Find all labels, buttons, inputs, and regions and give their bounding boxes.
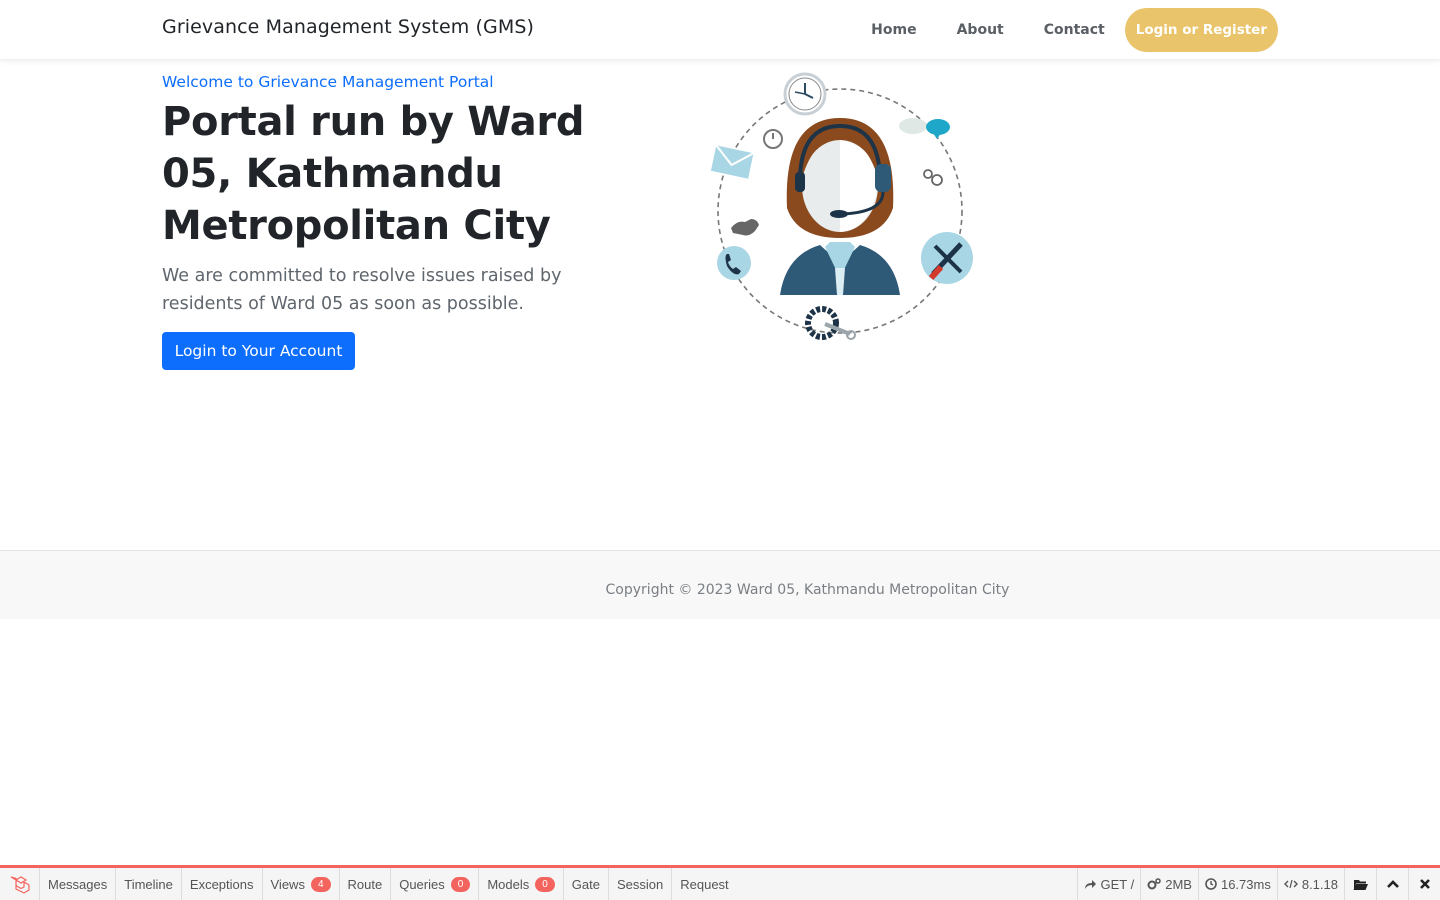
support-agent-illustration bbox=[710, 72, 973, 340]
welcome-text: Welcome to Grievance Management Portal bbox=[162, 73, 494, 91]
cogs-icon bbox=[1147, 878, 1161, 890]
debug-tab-label: Route bbox=[347, 876, 383, 892]
brand-title[interactable]: Grievance Management System (GMS) bbox=[162, 16, 534, 38]
copyright-text: Copyright © 2023 Ward 05, Kathmandu Metr… bbox=[605, 582, 1010, 598]
debug-tab-views[interactable]: Views 4 bbox=[263, 868, 340, 900]
debug-tab-label: Queries bbox=[399, 876, 445, 892]
debug-info-group: GET / 2MB 16.73ms 8.1.18 bbox=[1076, 868, 1440, 900]
login-account-button[interactable]: Login to Your Account bbox=[162, 332, 355, 370]
chevron-up-icon[interactable] bbox=[1376, 868, 1408, 900]
chat-bubbles-icon bbox=[899, 118, 950, 139]
footer: Copyright © 2023 Ward 05, Kathmandu Metr… bbox=[0, 550, 1440, 619]
code-icon bbox=[1283, 879, 1298, 889]
laravel-logo-icon[interactable] bbox=[0, 868, 40, 900]
agent-figure bbox=[780, 118, 900, 295]
memory-text: 2MB bbox=[1165, 876, 1192, 892]
debug-tab-route[interactable]: Route bbox=[340, 868, 392, 900]
debug-tab-models[interactable]: Models 0 bbox=[479, 868, 564, 900]
nav-contact-link[interactable]: Contact bbox=[1044, 22, 1105, 38]
php-version-info[interactable]: 8.1.18 bbox=[1276, 868, 1344, 900]
lead-text: We are committed to resolve issues raise… bbox=[162, 266, 562, 314]
debug-tab-label: Timeline bbox=[124, 876, 173, 892]
timer-icon bbox=[763, 129, 783, 149]
nav-about-link[interactable]: About bbox=[957, 22, 1004, 38]
debug-tab-session[interactable]: Session bbox=[609, 868, 673, 900]
debug-tab-label: Session bbox=[616, 876, 664, 892]
folder-open-icon[interactable] bbox=[1344, 868, 1376, 900]
debug-tab-request[interactable]: Request bbox=[672, 868, 736, 900]
debug-tab-label: Request bbox=[680, 876, 729, 892]
memory-info[interactable]: 2MB bbox=[1140, 868, 1198, 900]
tools-icon bbox=[921, 232, 973, 284]
navbar: Grievance Management System (GMS) Home A… bbox=[0, 0, 1440, 60]
close-icon[interactable] bbox=[1408, 868, 1440, 900]
share-arrow-icon bbox=[1084, 880, 1096, 889]
debug-tab-queries[interactable]: Queries 0 bbox=[391, 868, 480, 900]
gears-icon bbox=[923, 169, 943, 186]
phone-icon bbox=[717, 246, 751, 280]
clock-small-icon bbox=[1205, 878, 1217, 890]
nav-links: Home About Contact Login or Register bbox=[871, 8, 1278, 52]
debug-tab-gate[interactable]: Gate bbox=[564, 868, 609, 900]
debug-bar: Messages Timeline Exceptions Views 4 Rout… bbox=[0, 865, 1440, 900]
login-register-button[interactable]: Login or Register bbox=[1124, 8, 1278, 52]
debug-tab-timeline[interactable]: Timeline bbox=[116, 868, 182, 900]
clock-icon bbox=[783, 72, 827, 116]
handshake-icon bbox=[731, 219, 759, 236]
envelope-icon bbox=[710, 144, 754, 179]
debug-tab-label: Models bbox=[487, 876, 530, 892]
debug-tab-messages[interactable]: Messages bbox=[40, 868, 117, 900]
page-headline: Portal run by Ward 05, Kathmandu Metropo… bbox=[162, 99, 585, 249]
debug-tab-label: Messages bbox=[48, 876, 108, 892]
request-method-info[interactable]: GET / bbox=[1076, 868, 1141, 900]
queries-count-badge: 0 bbox=[450, 876, 471, 892]
time-info[interactable]: 16.73ms bbox=[1197, 868, 1277, 900]
debug-tab-exceptions[interactable]: Exceptions bbox=[182, 868, 263, 900]
time-text: 16.73ms bbox=[1220, 876, 1271, 892]
views-count-badge: 4 bbox=[310, 876, 331, 892]
models-count-badge: 0 bbox=[535, 876, 555, 892]
nav-home-link[interactable]: Home bbox=[871, 22, 916, 38]
debug-tab-label: Views bbox=[270, 876, 305, 892]
request-method-text: GET / bbox=[1100, 876, 1135, 892]
debug-tab-label: Gate bbox=[571, 876, 600, 892]
php-version-text: 8.1.18 bbox=[1301, 876, 1338, 892]
debug-tab-label: Exceptions bbox=[189, 876, 254, 892]
gear-wrench-icon bbox=[805, 306, 856, 340]
